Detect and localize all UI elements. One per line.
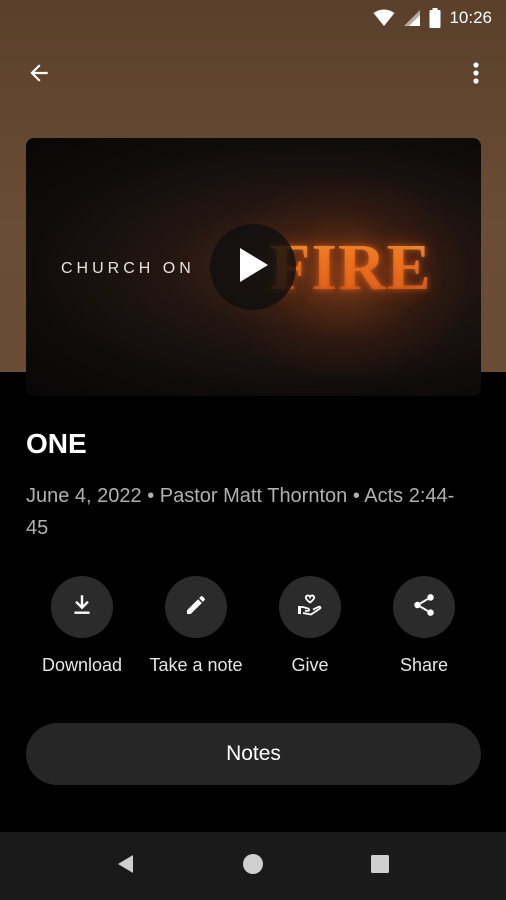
sermon-title: ONE — [26, 428, 87, 459]
nav-back-button[interactable] — [96, 832, 156, 900]
share-action[interactable]: Share — [364, 576, 484, 676]
status-bar: 10:26 — [0, 0, 506, 36]
back-triangle-icon — [115, 853, 137, 880]
sermon-meta: June 4, 2022 • Pastor Matt Thornton • Ac… — [26, 485, 455, 539]
download-icon — [69, 592, 95, 623]
give-button[interactable] — [279, 576, 341, 638]
share-button[interactable] — [393, 576, 455, 638]
play-button[interactable] — [210, 224, 296, 310]
artwork-text-church-on: CHURCH ON — [61, 260, 195, 277]
arrow-back-icon — [26, 60, 52, 91]
share-label: Share — [399, 655, 449, 675]
nav-recents-button[interactable] — [350, 832, 410, 900]
status-time: 10:26 — [449, 8, 492, 27]
give-label: Give — [291, 655, 329, 675]
back-button[interactable] — [20, 58, 58, 92]
app-bar — [0, 50, 506, 98]
action-row: Download Take a note Give Share — [26, 576, 481, 676]
share-icon — [411, 592, 437, 623]
battery-icon — [429, 8, 441, 28]
download-button[interactable] — [51, 576, 113, 638]
pencil-icon — [184, 593, 208, 622]
notes-button[interactable]: Notes — [26, 723, 481, 785]
more-options-button[interactable] — [462, 58, 490, 92]
signal-icon — [403, 9, 421, 27]
take-note-action[interactable]: Take a note — [136, 576, 256, 676]
give-hand-heart-icon — [296, 591, 324, 624]
video-player[interactable]: CHURCH ON FIRE — [26, 138, 481, 396]
recents-square-icon — [369, 853, 391, 880]
take-note-button[interactable] — [165, 576, 227, 638]
system-nav-bar — [0, 832, 506, 900]
give-action[interactable]: Give — [250, 576, 370, 676]
wifi-icon — [373, 9, 395, 27]
play-icon — [236, 246, 270, 289]
download-label: Download — [41, 655, 123, 675]
home-circle-icon — [242, 853, 264, 880]
download-action[interactable]: Download — [22, 576, 142, 676]
take-note-label: Take a note — [149, 655, 243, 675]
more-vert-icon — [472, 61, 480, 90]
nav-home-button[interactable] — [223, 832, 283, 900]
